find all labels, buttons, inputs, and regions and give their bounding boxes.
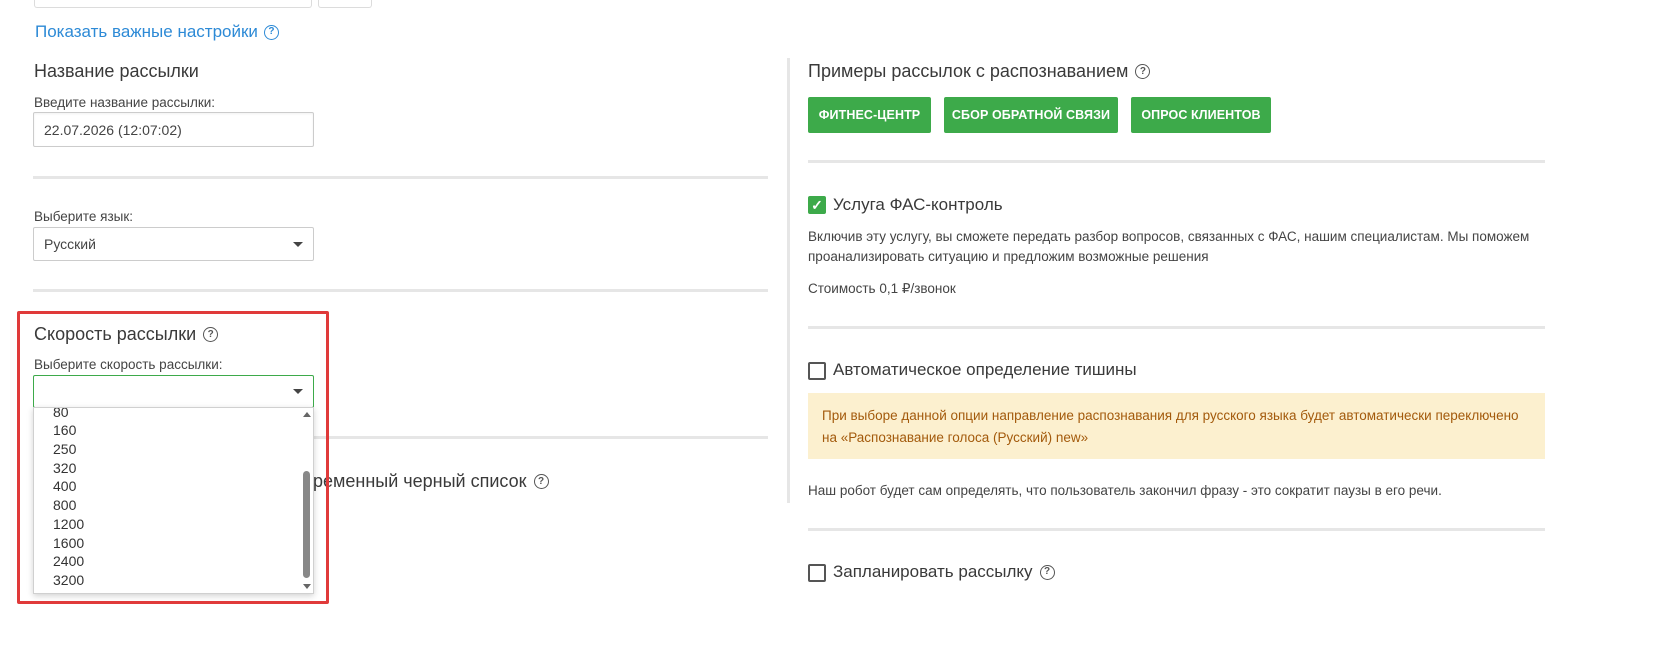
silence-notice: При выборе данной опции направление расп… (808, 393, 1545, 459)
divider (808, 326, 1545, 329)
show-important-settings-link[interactable]: Показать важные настройки ? (35, 22, 279, 42)
highlight-frame (17, 311, 329, 604)
fas-control-description: Включив эту услугу, вы сможете передать … (808, 229, 1530, 264)
divider (313, 436, 768, 439)
fas-control-checkbox[interactable]: ✓ (808, 196, 826, 214)
fas-control-price: Стоимость 0,1 ₽/звонок (808, 281, 956, 296)
column-separator (787, 58, 790, 503)
show-settings-label: Показать важные настройки (35, 22, 258, 41)
example-fitness-button[interactable]: ФИТНЕС-ЦЕНТР (808, 97, 931, 133)
example-survey-button[interactable]: ОПРОС КЛИЕНТОВ (1131, 97, 1271, 133)
mailing-name-title-text: Название рассылки (34, 61, 199, 81)
language-select[interactable]: Русский (33, 227, 314, 261)
help-icon[interactable]: ? (263, 24, 279, 40)
temporary-blacklist-text: ременный черный список (313, 471, 527, 491)
examples-title-text: Примеры рассылок с распознаванием (808, 61, 1129, 81)
language-select-value: Русский (44, 236, 96, 252)
schedule-checkbox[interactable] (808, 564, 826, 582)
divider (808, 528, 1545, 531)
mailing-name-label: Введите название рассылки: (34, 95, 216, 110)
fas-control-title: Услуга ФАС-контроль (833, 195, 1003, 214)
checkmark-icon: ✓ (811, 196, 823, 213)
mailing-name-value: 22.07.2026 (12:07:02) (44, 121, 182, 138)
divider (33, 176, 768, 179)
divider (33, 289, 768, 292)
silence-description: Наш робот будет сам определять, что поль… (808, 483, 1442, 498)
silence-detection-title: Автоматическое определение тишины (833, 360, 1137, 379)
help-icon[interactable]: ? (533, 474, 549, 489)
silence-detection-checkbox[interactable] (808, 362, 826, 380)
top-input-partial[interactable] (34, 0, 312, 8)
example-feedback-button[interactable]: СБОР ОБРАТНОЙ СВЯЗИ (944, 97, 1118, 133)
divider (808, 160, 1545, 163)
top-button-partial[interactable] (318, 0, 372, 8)
mailing-name-input[interactable]: 22.07.2026 (12:07:02) (33, 112, 314, 147)
examples-title: Примеры рассылок с распознаванием ? (808, 61, 1151, 82)
help-icon[interactable]: ? (1039, 564, 1055, 580)
mailing-name-title: Название рассылки (34, 61, 199, 82)
help-icon[interactable]: ? (1135, 64, 1151, 79)
temporary-blacklist-title: ременный черный список ? (313, 471, 549, 492)
chevron-down-icon (293, 241, 303, 247)
schedule-title-text: Запланировать рассылку (833, 562, 1033, 581)
language-label: Выберите язык: (34, 209, 133, 224)
schedule-title: Запланировать рассылку ? (833, 562, 1055, 582)
